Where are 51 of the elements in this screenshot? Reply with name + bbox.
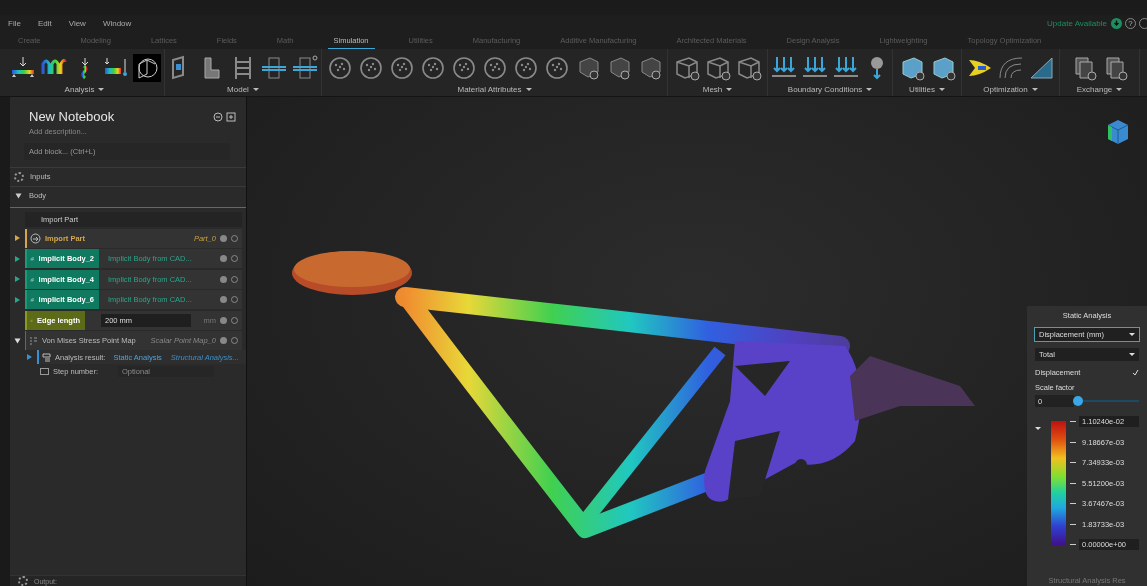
update-link[interactable]: Update Available [1047,19,1107,28]
checkbox[interactable] [1132,369,1139,376]
map-icon [29,336,38,345]
menu-item[interactable]: File [8,19,21,28]
caret-icon[interactable] [15,193,22,198]
caret-icon[interactable] [15,276,20,282]
slider-thumb[interactable] [1073,396,1083,406]
toolbar-group-label[interactable]: Utilities [909,85,935,94]
caret-icon [1129,353,1135,356]
toolbar-group-label[interactable]: Optimization [983,85,1028,94]
caret-icon [938,88,945,91]
help-icon[interactable] [220,255,227,262]
help-icon[interactable] [220,337,227,344]
result-icon [42,352,51,362]
caret-icon [1116,88,1123,91]
toolbar-group-label[interactable]: Material Attributes [457,85,522,94]
caret-icon [1031,88,1038,91]
caret-icon [525,88,532,91]
caret-icon[interactable] [15,255,20,262]
caret-icon[interactable] [15,235,20,241]
toolbar-group-label[interactable]: Exchange [1076,85,1113,94]
toolbar-group-label[interactable]: Mesh [702,85,723,94]
add-page-icon[interactable] [226,111,236,122]
collapse-caret-icon[interactable] [1035,427,1041,430]
import-icon [30,232,41,244]
caret-icon[interactable] [15,296,20,303]
help-icon[interactable] [220,234,227,242]
number-icon [40,366,49,376]
bracket-model-drawing[interactable] [292,251,975,538]
menu-item[interactable]: Window [102,19,132,28]
menu-item[interactable]: View [68,19,86,28]
toolbar-tool-icon[interactable] [291,54,319,82]
caret-icon [1129,333,1135,336]
gear-icon [14,171,24,182]
caret-icon [866,88,873,91]
toolbar-group-label[interactable]: Analysis [64,85,95,94]
help-icon[interactable] [220,296,227,303]
help-icon[interactable] [220,316,227,324]
toolbar-tool-icon[interactable] [132,54,161,82]
help-icon[interactable] [220,275,227,283]
toolbar-group-label[interactable]: Model [227,85,249,94]
gear-icon [18,576,28,586]
caret-icon [252,88,259,91]
toolbar-group-label[interactable]: Boundary Conditions [787,85,863,94]
caret-icon [98,88,105,91]
toolbar-tool-icon[interactable] [260,54,288,82]
caret-icon [726,88,733,91]
download-icon[interactable] [1111,18,1122,29]
menu-item[interactable]: Edit [37,19,52,28]
view-cube-icon[interactable] [1105,117,1131,147]
notebook-title[interactable]: New Notebook [29,109,213,124]
